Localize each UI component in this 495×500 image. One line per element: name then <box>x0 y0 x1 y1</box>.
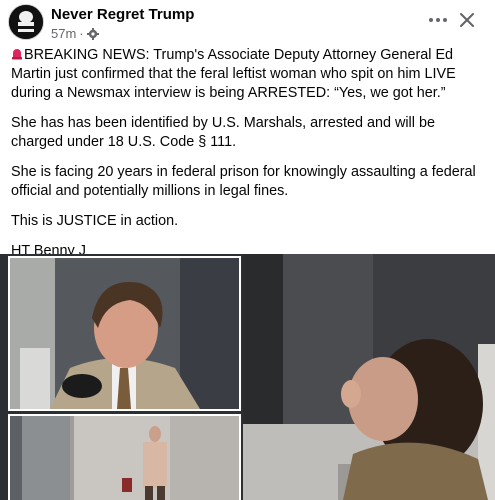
avatar[interactable] <box>8 4 44 40</box>
author-name[interactable]: Never Regret Trump <box>51 6 194 23</box>
post-meta: 57m · <box>51 26 99 41</box>
more-options-icon[interactable] <box>427 10 449 30</box>
woman-closeup-photo[interactable] <box>243 254 495 500</box>
post-timestamp[interactable]: 57m <box>51 26 76 41</box>
close-icon[interactable] <box>456 9 478 31</box>
avatar-image <box>9 5 43 39</box>
post-paragraph: BREAKING NEWS: Trump's Associate Deputy … <box>11 47 456 101</box>
post-paragraph: This is JUSTICE in action. <box>11 213 179 229</box>
meta-separator: · <box>79 26 84 41</box>
post-header: Never Regret Trump 57m · <box>0 0 495 44</box>
post-media[interactable] <box>0 254 495 500</box>
man-interview-photo[interactable] <box>8 256 241 411</box>
woman-street-photo[interactable] <box>8 414 241 500</box>
post-paragraph: She is facing 20 years in federal prison… <box>11 164 476 199</box>
post-paragraph: She has has been identified by U.S. Mars… <box>11 115 435 150</box>
gear-icon <box>86 27 99 40</box>
post-text: BREAKING NEWS: Trump's Associate Deputy … <box>11 46 487 272</box>
siren-icon <box>12 49 22 60</box>
